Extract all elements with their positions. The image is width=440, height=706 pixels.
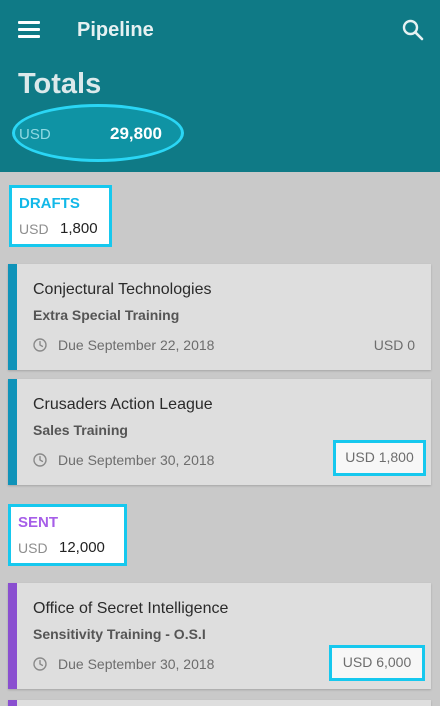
card-due-date: Due September 30, 2018	[58, 452, 215, 468]
totals-title: Totals	[18, 68, 102, 100]
card-accent-drafts	[8, 379, 17, 485]
card-amount: USD 0	[373, 337, 415, 353]
card-project: Extra Special Training	[33, 307, 180, 323]
card-amount-highlight: USD 6,000	[329, 645, 425, 681]
card-project: Sales Training	[33, 422, 128, 438]
pipeline-card-partial[interactable]	[8, 700, 431, 706]
card-accent-drafts	[8, 264, 17, 370]
drafts-amount: 1,800	[60, 220, 98, 237]
sent-amount: 12,000	[59, 539, 105, 556]
clock-icon	[33, 453, 47, 467]
sent-summary[interactable]: SENT USD 12,000	[8, 504, 127, 566]
card-due-date: Due September 30, 2018	[58, 656, 215, 672]
section-label-drafts: DRAFTS	[19, 195, 80, 212]
card-client: Office of Secret Intelligence	[33, 600, 229, 617]
hamburger-menu-icon[interactable]	[18, 20, 40, 38]
card-project: Sensitivity Training - O.S.I	[33, 626, 206, 642]
card-amount-highlight: USD 1,800	[333, 440, 426, 476]
section-label-sent: SENT	[18, 514, 59, 531]
clock-icon	[33, 338, 47, 352]
totals-currency: USD	[19, 126, 51, 143]
search-icon[interactable]	[402, 19, 424, 41]
card-client: Conjectural Technologies	[33, 281, 212, 298]
sent-currency: USD	[18, 540, 48, 556]
drafts-currency: USD	[19, 221, 49, 237]
card-accent-sent	[8, 583, 17, 689]
card-due-date: Due September 22, 2018	[58, 337, 215, 353]
drafts-summary[interactable]: DRAFTS USD 1,800	[9, 185, 112, 247]
clock-icon	[33, 657, 47, 671]
pipeline-card-conjectural[interactable]: Conjectural Technologies Extra Special T…	[8, 264, 431, 370]
card-client: Crusaders Action League	[33, 396, 213, 413]
card-accent-sent	[8, 700, 17, 706]
totals-amount: 29,800	[110, 124, 162, 143]
page-title: Pipeline	[77, 19, 154, 41]
